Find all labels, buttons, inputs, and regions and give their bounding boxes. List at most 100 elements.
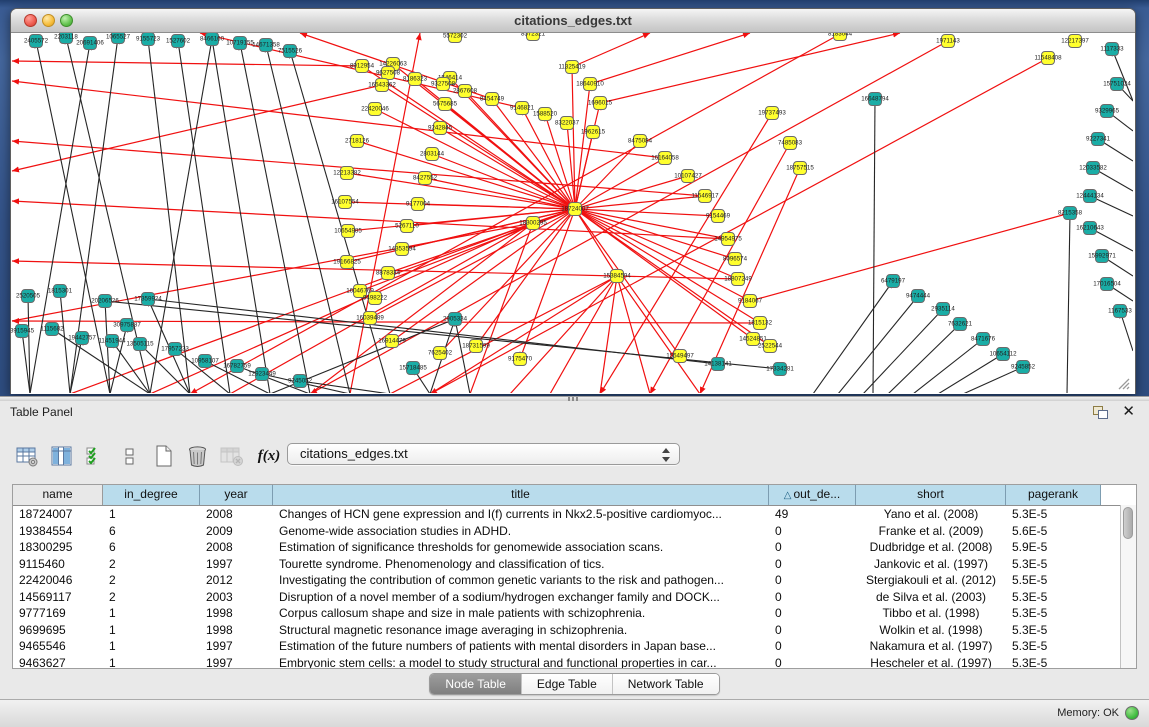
cell-short[interactable]: Jankovic et al. (1997)	[856, 556, 1006, 573]
cell-title[interactable]: Disruption of a novel member of a sodium…	[273, 589, 769, 606]
graph-edge[interactable]	[266, 45, 350, 393]
cell-in-degree[interactable]: 1	[103, 638, 200, 655]
cell-name[interactable]: 22420046	[13, 572, 103, 589]
cell-name[interactable]: 9699695	[13, 622, 103, 639]
graph-edge[interactable]	[455, 319, 470, 393]
column-header-year[interactable]: year	[200, 485, 273, 505]
tab-edge-table[interactable]: Edge Table	[522, 674, 613, 694]
cell-short[interactable]: Hescheler et al. (1997)	[856, 655, 1006, 670]
select-all-columns-icon[interactable]	[82, 441, 109, 471]
cell-pagerank[interactable]: 5.3E-5	[1006, 638, 1101, 655]
cell-name[interactable]: 18300295	[13, 539, 103, 556]
cell-out-de-[interactable]: 0	[769, 605, 856, 622]
memory-status-icon[interactable]	[1125, 706, 1139, 720]
graph-edge[interactable]	[440, 209, 575, 353]
cell-short[interactable]: Wolkin et al. (1998)	[856, 622, 1006, 639]
cell-in-degree[interactable]: 6	[103, 523, 200, 540]
graph-edge[interactable]	[230, 223, 533, 393]
cell-title[interactable]: Estimation of significance thresholds fo…	[273, 539, 769, 556]
cell-year[interactable]: 2012	[200, 572, 273, 589]
cell-in-degree[interactable]: 1	[103, 605, 200, 622]
cell-in-degree[interactable]: 1	[103, 655, 200, 670]
cell-pagerank[interactable]: 5.3E-5	[1006, 506, 1101, 523]
cell-out-de-[interactable]: 0	[769, 572, 856, 589]
graph-edge[interactable]	[575, 176, 688, 209]
cell-in-degree[interactable]: 6	[103, 539, 200, 556]
cell-title[interactable]: Tourette syndrome. Phenomenology and cla…	[273, 556, 769, 573]
column-header-name[interactable]: name	[13, 485, 103, 505]
column-header-title[interactable]: title	[273, 485, 769, 505]
float-panel-icon[interactable]	[1093, 406, 1107, 419]
cell-pagerank[interactable]: 5.6E-5	[1006, 523, 1101, 540]
network-graph[interactable]: 2405572220311820691406106552791557231527…	[11, 33, 1133, 393]
close-window-icon[interactable]	[24, 14, 37, 27]
cell-out-de-[interactable]: 0	[769, 638, 856, 655]
cell-in-degree[interactable]: 2	[103, 589, 200, 606]
cell-title[interactable]: Genome-wide association studies in ADHD.	[273, 523, 769, 540]
minimize-window-icon[interactable]	[42, 14, 55, 27]
resize-grip-icon[interactable]	[1117, 377, 1130, 390]
graph-edge[interactable]	[12, 141, 705, 196]
cell-pagerank[interactable]: 5.3E-5	[1006, 605, 1101, 622]
cell-title[interactable]: Embryonic stem cells: a model to study s…	[273, 655, 769, 670]
delete-table-icon[interactable]	[184, 441, 211, 471]
cell-year[interactable]: 1998	[200, 605, 273, 622]
cell-pagerank[interactable]: 5.3E-5	[1006, 622, 1101, 639]
cell-year[interactable]: 2009	[200, 523, 273, 540]
close-panel-icon[interactable]: ✕	[1122, 403, 1135, 421]
graph-edge[interactable]	[148, 39, 190, 393]
table-row[interactable]: 946554611997Estimation of the future num…	[13, 638, 1136, 655]
graph-edge[interactable]	[913, 339, 983, 393]
graph-edge[interactable]	[178, 41, 230, 393]
column-header-out-de-[interactable]: △out_de...	[769, 485, 856, 505]
cell-short[interactable]: Dudbridge et al. (2008)	[856, 539, 1006, 556]
show-columns-icon[interactable]	[48, 441, 75, 471]
graph-edge[interactable]	[520, 209, 575, 359]
graph-edge[interactable]	[60, 291, 70, 393]
cell-in-degree[interactable]: 2	[103, 572, 200, 589]
cell-in-degree[interactable]: 1	[103, 622, 200, 639]
table-row[interactable]: 1830029562008Estimation of significance …	[13, 539, 1136, 556]
graph-edge[interactable]	[375, 109, 575, 209]
cell-year[interactable]: 2003	[200, 589, 273, 606]
graph-edge[interactable]	[382, 85, 575, 209]
scrollbar-thumb[interactable]	[1123, 507, 1133, 539]
graph-edge[interactable]	[617, 276, 700, 393]
cell-year[interactable]: 1997	[200, 638, 273, 655]
table-row[interactable]: 977716911998Corpus callosum shape and si…	[13, 605, 1136, 622]
cell-pagerank[interactable]: 5.3E-5	[1006, 556, 1101, 573]
network-view-canvas[interactable]: 2405572220311820691406106552791557231527…	[11, 33, 1133, 393]
cell-out-de-[interactable]: 0	[769, 523, 856, 540]
cell-pagerank[interactable]: 5.5E-5	[1006, 572, 1101, 589]
tab-network-table[interactable]: Network Table	[613, 674, 719, 694]
table-row[interactable]: 1872400712008Changes of HCN gene express…	[13, 506, 1136, 523]
graph-edge[interactable]	[150, 39, 212, 393]
cell-title[interactable]: Corpus callosum shape and size in male p…	[273, 605, 769, 622]
graph-edge[interactable]	[1112, 49, 1133, 101]
table-options-icon[interactable]	[14, 441, 41, 471]
cell-name[interactable]: 9463627	[13, 655, 103, 670]
graph-edge[interactable]	[1067, 213, 1070, 393]
cell-title[interactable]: Changes of HCN gene expression and I(f) …	[273, 506, 769, 523]
cell-in-degree[interactable]: 1	[103, 506, 200, 523]
cell-short[interactable]: Tibbo et al. (1998)	[856, 605, 1006, 622]
cell-name[interactable]: 9465546	[13, 638, 103, 655]
column-header-short[interactable]: short	[856, 485, 1006, 505]
row-height-icon[interactable]	[116, 441, 143, 471]
cell-out-de-[interactable]: 0	[769, 589, 856, 606]
graph-edge[interactable]	[575, 209, 718, 216]
graph-edge[interactable]	[617, 276, 650, 393]
cell-year[interactable]: 1997	[200, 655, 273, 670]
cell-name[interactable]: 9777169	[13, 605, 103, 622]
graph-edge[interactable]	[70, 223, 533, 393]
graph-edge[interactable]	[12, 201, 728, 239]
cell-out-de-[interactable]: 49	[769, 506, 856, 523]
cell-out-de-[interactable]: 0	[769, 622, 856, 639]
cell-out-de-[interactable]: 0	[769, 539, 856, 556]
new-table-icon[interactable]	[150, 441, 177, 471]
cell-year[interactable]: 2008	[200, 539, 273, 556]
cell-title[interactable]: Estimation of the future numbers of pati…	[273, 638, 769, 655]
graph-edge[interactable]	[750, 213, 1070, 301]
graph-edge[interactable]	[590, 33, 750, 84]
cell-name[interactable]: 14569117	[13, 589, 103, 606]
